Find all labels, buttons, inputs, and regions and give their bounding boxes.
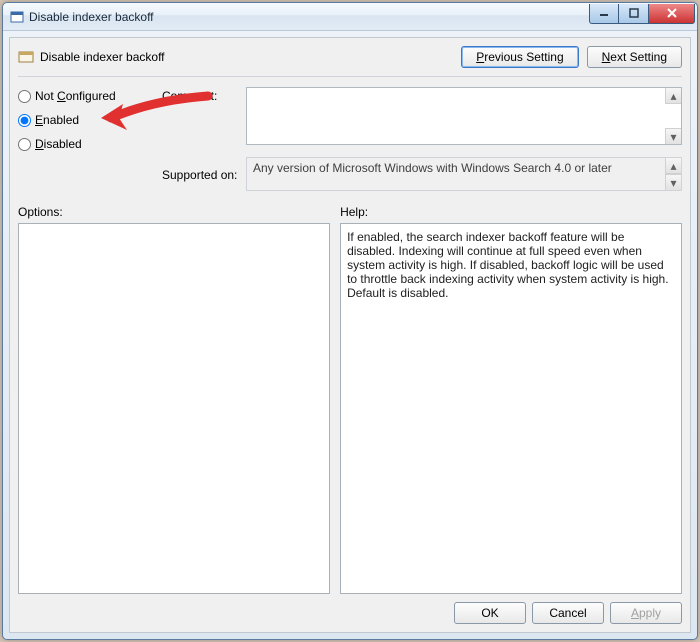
radio-enabled-label: Enabled [35,113,79,127]
policy-icon [18,49,34,65]
dialog-window: Disable indexer backoff Disable indexer … [2,2,698,640]
minimize-button[interactable] [589,4,619,24]
radio-disabled[interactable]: Disabled [18,137,158,151]
cancel-button[interactable]: Cancel [532,602,604,624]
maximize-icon [629,8,639,18]
options-column: Options: [18,205,330,594]
supported-on-field: Any version of Microsoft Windows with Wi… [246,157,682,191]
radio-disabled-input[interactable] [18,138,31,151]
radio-not-configured-label: Not Configured [35,89,116,103]
window-title: Disable indexer backoff [29,10,589,24]
apply-rest: pply [639,606,661,620]
maximize-button[interactable] [619,4,649,24]
radio-not-configured[interactable]: Not Configured [18,89,158,103]
supported-on-label: Supported on: [162,166,242,182]
divider [18,76,682,77]
close-button[interactable] [649,4,695,24]
titlebar[interactable]: Disable indexer backoff [3,3,697,31]
header-row: Disable indexer backoff Previous Setting… [18,46,682,68]
page-title: Disable indexer backoff [40,50,461,64]
options-label: Options: [18,205,330,219]
dialog-buttons: OK Cancel Apply [18,594,682,624]
options-panel[interactable] [18,223,330,594]
apply-button[interactable]: Apply [610,602,682,624]
radio-enabled-input[interactable] [18,114,31,127]
close-icon [666,8,678,18]
window-controls [589,4,695,24]
help-label: Help: [340,205,682,219]
app-icon [9,9,25,25]
radio-disabled-label: Disabled [35,137,82,151]
prev-label-rest: revious Setting [484,50,563,64]
scroll-up-icon[interactable]: ▴ [665,158,681,174]
minimize-icon [599,8,609,18]
scroll-up-icon[interactable]: ▴ [665,88,681,104]
client-area: Disable indexer backoff Previous Setting… [9,37,691,633]
upper-grid: Not Configured Enabled Disabled Comment:… [18,87,682,191]
supported-on-value: Any version of Microsoft Windows with Wi… [253,161,612,175]
previous-setting-button[interactable]: Previous Setting [461,46,578,68]
help-panel[interactable]: If enabled, the search indexer backoff f… [340,223,682,594]
ok-button[interactable]: OK [454,602,526,624]
radio-not-configured-input[interactable] [18,90,31,103]
comment-field[interactable]: ▴ ▾ [246,87,682,145]
radio-enabled[interactable]: Enabled [18,113,158,127]
comment-label: Comment: [162,87,242,103]
scroll-down-icon[interactable]: ▾ [665,174,681,190]
next-label-rest: ext Setting [610,50,667,64]
next-setting-button[interactable]: Next Setting [587,46,682,68]
help-value: If enabled, the search indexer backoff f… [347,230,668,300]
state-radios: Not Configured Enabled Disabled [18,87,158,151]
help-column: Help: If enabled, the search indexer bac… [340,205,682,594]
lower-panels: Options: Help: If enabled, the search in… [18,205,682,594]
scroll-down-icon[interactable]: ▾ [665,128,681,144]
